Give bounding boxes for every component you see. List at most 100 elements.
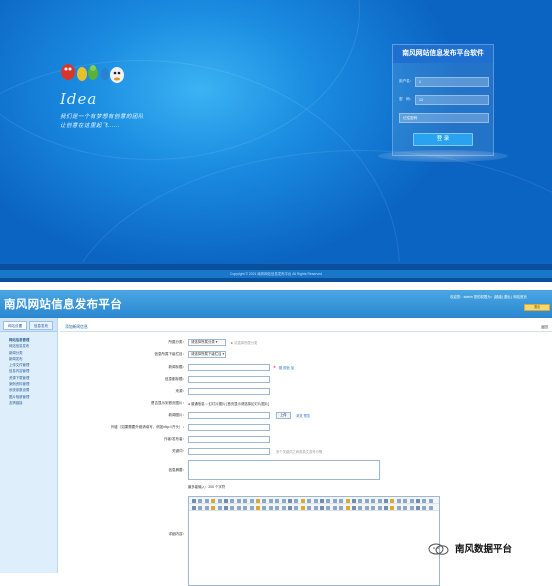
editor-toolbar-button[interactable] — [249, 498, 254, 503]
editor-toolbar-button[interactable] — [332, 505, 337, 510]
editor-toolbar-button[interactable] — [236, 505, 241, 510]
editor-toolbar-button[interactable] — [403, 498, 408, 503]
editor-toolbar-button[interactable] — [198, 505, 203, 510]
editor-toolbar-button[interactable] — [198, 498, 203, 503]
editor-toolbar-button[interactable] — [377, 505, 382, 510]
editor-toolbar-button[interactable] — [236, 498, 241, 503]
password-input[interactable]: 12 — [415, 95, 489, 105]
editor-toolbar-button[interactable] — [326, 498, 331, 503]
title-format-links[interactable]: 粗 颜色 加 — [279, 365, 294, 370]
editor-toolbar-button[interactable] — [377, 498, 382, 503]
editor-toolbar-button[interactable] — [307, 498, 312, 503]
title-input[interactable] — [188, 364, 270, 371]
editor-toolbar-button[interactable] — [422, 505, 427, 510]
welcome-text[interactable]: 欢迎您：admin 您的权限为：[超级] 退出 | 网站首页 — [450, 294, 527, 299]
login-button[interactable]: 登 录 — [413, 133, 473, 146]
editor-toolbar-button[interactable] — [390, 498, 395, 503]
editor-toolbar-button[interactable] — [320, 505, 324, 510]
editor-toolbar-button[interactable] — [332, 498, 337, 503]
editor-toolbar-button[interactable] — [217, 498, 222, 503]
category-select[interactable]: 请选择所属分类 ▾ — [188, 339, 226, 346]
editor-toolbar-button[interactable] — [326, 505, 331, 510]
editor-toolbar-button[interactable] — [211, 498, 216, 503]
editor-toolbar-button[interactable] — [294, 498, 299, 503]
subcategory-select[interactable]: 请选择所属下级栏目 ▾ — [188, 351, 226, 358]
back-link[interactable]: 返回 — [541, 325, 548, 330]
editor-toolbar-button[interactable] — [281, 498, 286, 503]
upload-links[interactable]: 浏览 预览 — [296, 413, 310, 418]
image-type-radios[interactable]: ● 普通信息 ○ 幻灯片图片 [首页显示请选择幻灯片图片] — [188, 401, 269, 406]
source-input[interactable] — [188, 388, 270, 395]
editor-toolbar-button[interactable] — [339, 505, 344, 510]
editor-toolbar-button[interactable] — [211, 505, 216, 510]
editor-toolbar-button[interactable] — [256, 505, 260, 510]
remember-password-field[interactable]: 记住密码 — [399, 113, 489, 123]
editor-toolbar-button[interactable] — [422, 498, 427, 503]
editor-toolbar-button[interactable] — [204, 505, 209, 510]
editor-toolbar-button[interactable] — [230, 505, 235, 510]
subtitle-input[interactable] — [188, 376, 270, 383]
username-input[interactable]: 1 — [415, 77, 489, 87]
editor-toolbar-button[interactable] — [243, 498, 248, 503]
author-input[interactable] — [188, 436, 270, 443]
editor-toolbar-button[interactable] — [275, 498, 280, 503]
editor-toolbar-button[interactable] — [307, 505, 312, 510]
editor-toolbar-button[interactable] — [294, 505, 299, 510]
editor-toolbar-button[interactable] — [371, 505, 376, 510]
editor-toolbar-button[interactable] — [243, 505, 248, 510]
editor-toolbar-button[interactable] — [224, 498, 228, 503]
editor-toolbar-button[interactable] — [230, 498, 235, 503]
editor-toolbar-button[interactable] — [268, 498, 273, 503]
editor-toolbar-button[interactable] — [416, 498, 420, 503]
editor-toolbar-button[interactable] — [364, 505, 369, 510]
editor-toolbar-button[interactable] — [409, 498, 414, 503]
editor-toolbar-button[interactable] — [204, 498, 209, 503]
editor-toolbar-button[interactable] — [224, 505, 228, 510]
editor-toolbar-button[interactable] — [217, 505, 222, 510]
editor-toolbar-button[interactable] — [192, 498, 196, 503]
editor-toolbar-button[interactable] — [371, 498, 376, 503]
editor-toolbar-button[interactable] — [345, 505, 350, 510]
editor-toolbar-button[interactable] — [428, 498, 433, 503]
logout-button[interactable]: 退出 — [524, 304, 550, 311]
upload-button[interactable]: 上传 — [276, 412, 291, 419]
editor-toolbar-button[interactable] — [390, 505, 395, 510]
tab-info-publish[interactable]: 信息发布 — [29, 321, 53, 330]
editor-toolbar-button[interactable] — [313, 498, 318, 503]
editor-toolbar-button[interactable] — [403, 505, 408, 510]
editor-toolbar-button[interactable] — [339, 498, 344, 503]
news-image-input[interactable] — [188, 412, 270, 419]
editor-toolbar-button[interactable] — [409, 505, 414, 510]
keywords-input[interactable] — [188, 448, 270, 455]
editor-toolbar-button[interactable] — [384, 505, 388, 510]
summary-textarea[interactable] — [188, 460, 380, 480]
editor-toolbar-button[interactable] — [288, 505, 292, 510]
editor-toolbar-button[interactable] — [256, 498, 260, 503]
editor-toolbar-button[interactable] — [288, 498, 292, 503]
editor-toolbar-button[interactable] — [416, 505, 420, 510]
editor-toolbar-button[interactable] — [281, 505, 286, 510]
editor-toolbar-button[interactable] — [249, 505, 254, 510]
editor-toolbar-button[interactable] — [275, 505, 280, 510]
editor-toolbar-button[interactable] — [364, 498, 369, 503]
editor-toolbar-button[interactable] — [192, 505, 196, 510]
editor-toolbar-button[interactable] — [352, 498, 356, 503]
editor-toolbar-button[interactable] — [320, 498, 324, 503]
editor-toolbar-button[interactable] — [300, 505, 305, 510]
editor-toolbar-button[interactable] — [300, 498, 305, 503]
editor-toolbar-button[interactable] — [345, 498, 350, 503]
sidebar-item[interactable]: 友情链接 — [9, 400, 57, 406]
editor-toolbar-button[interactable] — [352, 505, 356, 510]
external-link-input[interactable] — [188, 424, 270, 431]
editor-toolbar-button[interactable] — [262, 505, 267, 510]
editor-toolbar-button[interactable] — [268, 505, 273, 510]
editor-toolbar-button[interactable] — [384, 498, 388, 503]
editor-toolbar-button[interactable] — [313, 505, 318, 510]
editor-toolbar-button[interactable] — [428, 505, 433, 510]
editor-toolbar-button[interactable] — [358, 505, 363, 510]
editor-toolbar-button[interactable] — [358, 498, 363, 503]
editor-toolbar-button[interactable] — [262, 498, 267, 503]
editor-toolbar-button[interactable] — [396, 505, 401, 510]
tab-site-settings[interactable]: 网站设置 — [3, 321, 27, 330]
editor-toolbar-button[interactable] — [396, 498, 401, 503]
